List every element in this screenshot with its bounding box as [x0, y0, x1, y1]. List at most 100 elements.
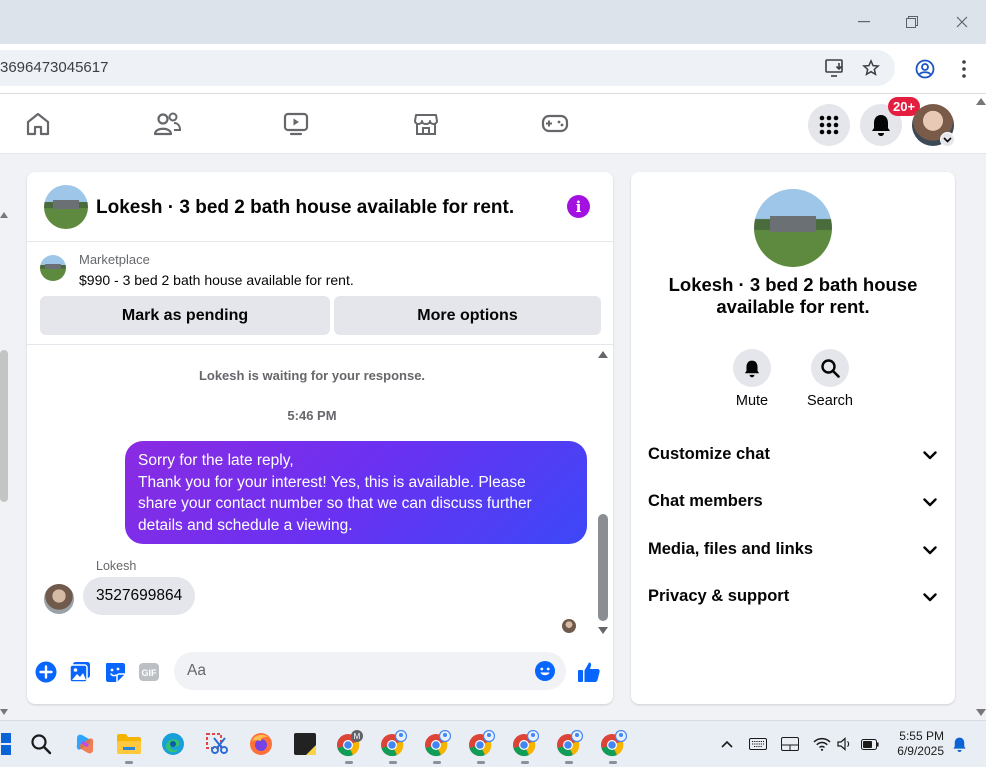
page-scroll-up-icon[interactable]: [0, 212, 8, 218]
section-label: Media, files and links: [648, 540, 814, 558]
friends-icon: [153, 112, 181, 136]
volume-button[interactable]: [836, 736, 854, 752]
listing-price-title[interactable]: $990 - 3 bed 2 bath house available for …: [79, 272, 354, 288]
attach-photo-button[interactable]: [68, 660, 92, 684]
sticker-button[interactable]: [103, 660, 127, 684]
details-title-line: Lokesh · 3 bed 2 bath house: [668, 274, 918, 295]
taskbar-search-button[interactable]: [27, 730, 55, 758]
incoming-message-bubble[interactable]: 3527699864: [83, 577, 196, 615]
outgoing-message-bubble[interactable]: Sorry for the late reply, Thank you for …: [125, 441, 587, 544]
file-explorer-app[interactable]: [115, 730, 143, 758]
sender-avatar[interactable]: [44, 584, 74, 614]
nav-marketplace-tab[interactable]: [406, 106, 446, 142]
edge-app[interactable]: [159, 730, 187, 758]
show-hidden-icons-button[interactable]: [718, 736, 736, 752]
chrome-app[interactable]: [555, 730, 583, 758]
more-options-button[interactable]: More options: [334, 296, 601, 335]
search-icon: [31, 734, 52, 755]
bell-icon: [952, 737, 966, 752]
chat-panel: Lokesh · 3 bed 2 bath house available fo…: [27, 172, 613, 704]
section-chat-members[interactable]: Chat members: [648, 490, 940, 514]
mute-button[interactable]: [733, 349, 771, 387]
notification-center-button[interactable]: [950, 736, 968, 752]
gif-icon: GIF: [139, 663, 159, 681]
info-icon[interactable]: i: [567, 195, 590, 218]
page-scroll-down-icon[interactable]: [0, 709, 8, 715]
window-scroll-up-icon[interactable]: [976, 98, 986, 105]
search-in-chat-button[interactable]: [811, 349, 849, 387]
running-indicator: [609, 761, 617, 764]
thumbs-up-icon: [578, 662, 600, 682]
nav-friends-tab[interactable]: [147, 106, 187, 142]
details-listing-photo[interactable]: [754, 189, 832, 267]
gif-button[interactable]: GIF: [137, 660, 161, 684]
snipping-tool-app[interactable]: [203, 730, 231, 758]
browser-menu-icon[interactable]: [952, 57, 976, 81]
snipping-tool-icon: [206, 733, 228, 754]
network-button[interactable]: [813, 736, 831, 752]
chrome-app[interactable]: [379, 730, 407, 758]
chrome-app[interactable]: [599, 730, 627, 758]
chat-scroll-down-icon[interactable]: [598, 627, 608, 634]
page-scrollbar-thumb[interactable]: [0, 350, 8, 502]
chrome-icon: [513, 730, 539, 757]
chat-details-panel: Lokesh · 3 bed 2 bath house available fo…: [631, 172, 955, 704]
message-placeholder: Aa: [187, 662, 206, 679]
system-clock[interactable]: 5:55 PM 6/9/2025: [888, 729, 944, 759]
restore-icon: [906, 16, 918, 28]
nav-video-tab[interactable]: [276, 106, 316, 142]
section-privacy-support[interactable]: Privacy & support: [648, 585, 940, 609]
copilot-icon: [76, 734, 94, 754]
chat-scrollbar-thumb[interactable]: [598, 514, 608, 621]
photo-icon: [69, 662, 90, 683]
menu-button[interactable]: [808, 104, 850, 146]
chrome-app[interactable]: [423, 730, 451, 758]
keyboard-layout-button[interactable]: [749, 736, 767, 752]
chat-scroll-up-icon[interactable]: [598, 351, 608, 358]
section-customize-chat[interactable]: Customize chat: [648, 443, 940, 467]
read-receipt-avatar: [562, 619, 576, 633]
tablet-mode-button[interactable]: [781, 736, 799, 752]
account-chevron-icon[interactable]: [940, 132, 955, 147]
profile-icon[interactable]: [913, 57, 937, 81]
emoji-button[interactable]: [535, 661, 555, 681]
restore-button[interactable]: [897, 8, 927, 36]
listing-thumbnail[interactable]: [44, 185, 88, 229]
chrome-app-profile-m[interactable]: M: [335, 730, 363, 758]
marketplace-thumbnail[interactable]: [40, 255, 66, 281]
bookmark-star-icon[interactable]: [860, 57, 882, 79]
display-icon: [781, 737, 799, 751]
firefox-app[interactable]: [247, 730, 275, 758]
close-window-button[interactable]: [947, 8, 977, 36]
window-scroll-down-icon[interactable]: [976, 709, 986, 716]
message-input[interactable]: Aa: [174, 652, 566, 690]
running-indicator: [565, 761, 573, 764]
chrome-app[interactable]: [511, 730, 539, 758]
start-button[interactable]: [0, 730, 14, 758]
battery-button[interactable]: [861, 736, 879, 752]
details-title-line: available for rent.: [716, 296, 870, 317]
install-app-icon[interactable]: [824, 57, 846, 79]
more-actions-button[interactable]: [34, 660, 58, 684]
copilot-app[interactable]: [71, 730, 99, 758]
minimize-button[interactable]: [849, 8, 879, 36]
chrome-icon: [601, 730, 627, 757]
chrome-icon: [557, 730, 583, 757]
clock-date: 6/9/2025: [897, 744, 944, 758]
mark-as-pending-button[interactable]: Mark as pending: [40, 296, 330, 335]
chrome-app[interactable]: [467, 730, 495, 758]
chat-title[interactable]: Lokesh · 3 bed 2 bath house available fo…: [96, 197, 514, 219]
message-line: Sorry for the late reply,: [138, 452, 294, 469]
chevron-down-icon: [920, 445, 940, 465]
address-bar[interactable]: 3696473045617: [0, 50, 895, 86]
minimize-icon: [858, 21, 870, 23]
emoji-icon: [535, 661, 555, 681]
nav-gaming-tab[interactable]: [535, 106, 575, 142]
sticky-notes-app[interactable]: [291, 730, 319, 758]
running-indicator: [345, 761, 353, 764]
section-media-files-links[interactable]: Media, files and links: [648, 538, 940, 562]
like-button[interactable]: [577, 660, 601, 684]
nav-home-tab[interactable]: [18, 106, 58, 142]
message-line: details and schedule a viewing.: [138, 516, 353, 534]
running-indicator: [125, 761, 133, 764]
